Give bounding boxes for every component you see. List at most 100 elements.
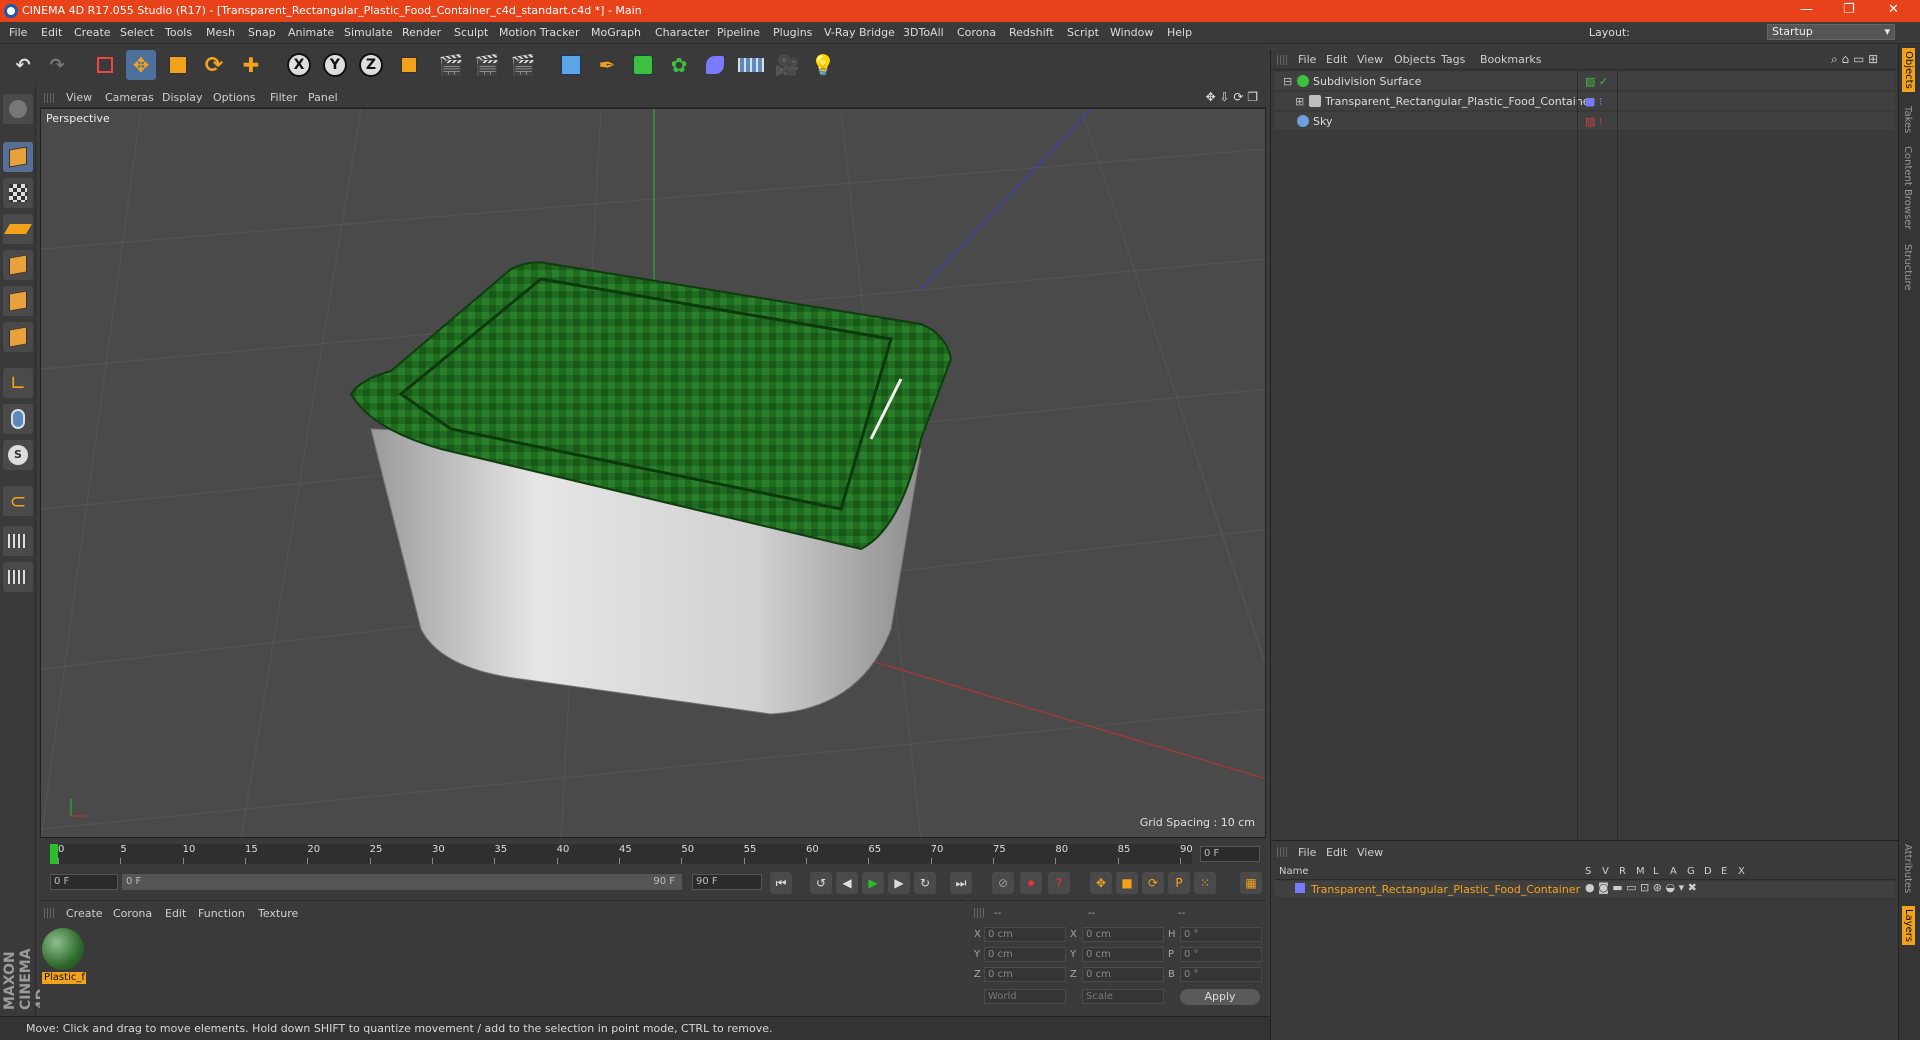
menu-window[interactable]: Window bbox=[1110, 26, 1153, 39]
undo-button[interactable]: ↶ bbox=[8, 50, 38, 80]
viewport-menu-options[interactable]: Options bbox=[213, 91, 255, 104]
material-menu-corona[interactable]: Corona bbox=[113, 907, 152, 920]
next-frame-button[interactable]: ▶ bbox=[888, 872, 910, 894]
key-rotation-button[interactable]: ⟳ bbox=[1142, 872, 1164, 894]
menu-pipeline[interactable]: Pipeline bbox=[717, 26, 760, 39]
tab-objects[interactable]: Objects bbox=[1902, 48, 1915, 92]
start-frame-field[interactable]: 0 F bbox=[50, 874, 118, 890]
record-keys-button[interactable]: ⊘ bbox=[992, 872, 1014, 894]
object-menu-tags[interactable]: Tags bbox=[1441, 53, 1465, 66]
material-menu-create[interactable]: Create bbox=[66, 907, 103, 920]
next-key-button[interactable]: ↻ bbox=[914, 872, 936, 894]
prev-frame-button[interactable]: ◀ bbox=[836, 872, 858, 894]
tab-layers[interactable]: Layers bbox=[1902, 906, 1915, 946]
close-button[interactable]: ✕ bbox=[1888, 2, 1899, 17]
end-frame-field[interactable]: 90 F bbox=[692, 874, 762, 890]
menu-tools[interactable]: Tools bbox=[165, 26, 192, 39]
position-x-field[interactable]: 0 cm bbox=[984, 927, 1066, 942]
transform-tool-button[interactable]: ✚ bbox=[236, 50, 266, 80]
add-deformer-button[interactable] bbox=[700, 50, 730, 80]
visibility-check-icon[interactable]: ▨ ✓ bbox=[1585, 75, 1608, 88]
rotation-p-field[interactable]: 0 ° bbox=[1180, 947, 1262, 962]
object-menu-edit[interactable]: Edit bbox=[1326, 53, 1347, 66]
menu-vray-bridge[interactable]: V-Ray Bridge bbox=[824, 26, 895, 39]
render-settings-button[interactable]: 🎬 bbox=[508, 50, 538, 80]
timeline-settings-button[interactable]: ▦ bbox=[1240, 872, 1262, 894]
tab-attributes[interactable]: Attributes bbox=[1902, 844, 1913, 893]
object-row-subdivision[interactable]: ⊟ Subdivision Surface ▨ ✓ bbox=[1275, 72, 1895, 91]
material-name[interactable]: Plastic_f bbox=[42, 972, 86, 984]
menu-render[interactable]: Render bbox=[402, 26, 441, 39]
material-preview[interactable] bbox=[42, 928, 84, 970]
menu-sculpt[interactable]: Sculpt bbox=[454, 26, 488, 39]
menu-mograph[interactable]: MoGraph bbox=[591, 26, 641, 39]
menu-plugins[interactable]: Plugins bbox=[773, 26, 812, 39]
size-z-field[interactable]: 0 cm bbox=[1082, 967, 1164, 982]
size-x-field[interactable]: 0 cm bbox=[1082, 927, 1164, 942]
size-y-field[interactable]: 0 cm bbox=[1082, 947, 1164, 962]
tab-structure[interactable]: Structure bbox=[1902, 244, 1913, 291]
key-scale-button[interactable]: ■ bbox=[1116, 872, 1138, 894]
expand-icon[interactable]: ⊟ bbox=[1283, 75, 1292, 88]
scale-tool-button[interactable] bbox=[163, 50, 193, 80]
tab-takes[interactable]: Takes bbox=[1902, 106, 1913, 133]
x-axis-button[interactable]: X bbox=[284, 50, 314, 80]
add-mograph-button[interactable]: ✿ bbox=[664, 50, 694, 80]
keyframe-selection-button[interactable]: ? bbox=[1048, 872, 1070, 894]
workplane-lock-button[interactable] bbox=[3, 526, 33, 556]
menu-simulate[interactable]: Simulate bbox=[344, 26, 393, 39]
viewport-menu-display[interactable]: Display bbox=[162, 91, 203, 104]
object-manager-tools-icon[interactable]: ⌕ ⌂ ▭ ⊞ bbox=[1831, 52, 1878, 67]
prev-key-button[interactable]: ↺ bbox=[810, 872, 832, 894]
points-mode-button[interactable] bbox=[3, 250, 33, 280]
edges-mode-button[interactable] bbox=[3, 286, 33, 316]
viewport-menu-filter[interactable]: Filter bbox=[270, 91, 297, 104]
object-row-sky[interactable]: Sky ▨ ⁝ bbox=[1275, 112, 1895, 131]
position-y-field[interactable]: 0 cm bbox=[984, 947, 1066, 962]
add-light-button[interactable]: 💡 bbox=[808, 50, 838, 80]
menu-3dtoall[interactable]: 3DToAll bbox=[903, 26, 944, 39]
add-subdivision-button[interactable] bbox=[628, 50, 658, 80]
coord-mode-select[interactable]: Scale bbox=[1082, 989, 1164, 1004]
minimize-button[interactable]: — bbox=[1800, 2, 1813, 17]
tab-content-browser[interactable]: Content Browser bbox=[1902, 146, 1913, 229]
viewport-menu-cameras[interactable]: Cameras bbox=[105, 91, 154, 104]
layer-row[interactable]: Transparent_Rectangular_Plastic_Food_Con… bbox=[1275, 881, 1895, 897]
rotation-h-field[interactable]: 0 ° bbox=[1180, 927, 1262, 942]
goto-start-button[interactable]: ⏮ bbox=[770, 872, 792, 894]
layer-menu-view[interactable]: View bbox=[1357, 846, 1383, 859]
apply-button[interactable]: Apply bbox=[1180, 989, 1260, 1005]
menu-redshift[interactable]: Redshift bbox=[1009, 26, 1054, 39]
menu-animate[interactable]: Animate bbox=[288, 26, 334, 39]
rotate-tool-button[interactable]: ⟳ bbox=[199, 50, 229, 80]
position-z-field[interactable]: 0 cm bbox=[984, 967, 1066, 982]
goto-end-button[interactable]: ⏭ bbox=[950, 872, 972, 894]
tweak-mode-button[interactable] bbox=[3, 404, 33, 434]
solo-mode-button[interactable]: S bbox=[3, 440, 33, 470]
move-tool-button[interactable]: ✥ bbox=[126, 50, 156, 80]
redo-button[interactable]: ↷ bbox=[42, 50, 72, 80]
material-menu-edit[interactable]: Edit bbox=[165, 907, 186, 920]
object-row-container[interactable]: ⊞ Transparent_Rectangular_Plastic_Food_C… bbox=[1275, 92, 1895, 111]
viewport-menu-view[interactable]: View bbox=[66, 91, 92, 104]
maximize-button[interactable]: ❐ bbox=[1843, 2, 1855, 17]
live-selection-button[interactable] bbox=[90, 50, 120, 80]
material-menu-texture[interactable]: Texture bbox=[258, 907, 298, 920]
menu-motion-tracker[interactable]: Motion Tracker bbox=[499, 26, 579, 39]
menu-create[interactable]: Create bbox=[74, 26, 111, 39]
model-mode-button[interactable] bbox=[3, 142, 33, 172]
object-menu-objects[interactable]: Objects bbox=[1394, 53, 1436, 66]
viewport-menu-panel[interactable]: Panel bbox=[308, 91, 338, 104]
menu-corona[interactable]: Corona bbox=[957, 26, 996, 39]
menu-help[interactable]: Help bbox=[1167, 26, 1192, 39]
key-pla-button[interactable]: ⁙ bbox=[1194, 872, 1216, 894]
layer-menu-file[interactable]: File bbox=[1298, 846, 1316, 859]
object-menu-bookmarks[interactable]: Bookmarks bbox=[1480, 53, 1541, 66]
texture-mode-button[interactable] bbox=[3, 178, 33, 208]
viewport-3d[interactable]: Perspective Grid Spacing : 10 cm bbox=[40, 108, 1266, 838]
play-button[interactable]: ▶ bbox=[862, 872, 884, 894]
polygons-mode-button[interactable] bbox=[3, 322, 33, 352]
playhead[interactable] bbox=[50, 844, 58, 864]
menu-snap[interactable]: Snap bbox=[248, 26, 276, 39]
object-menu-file[interactable]: File bbox=[1298, 53, 1316, 66]
